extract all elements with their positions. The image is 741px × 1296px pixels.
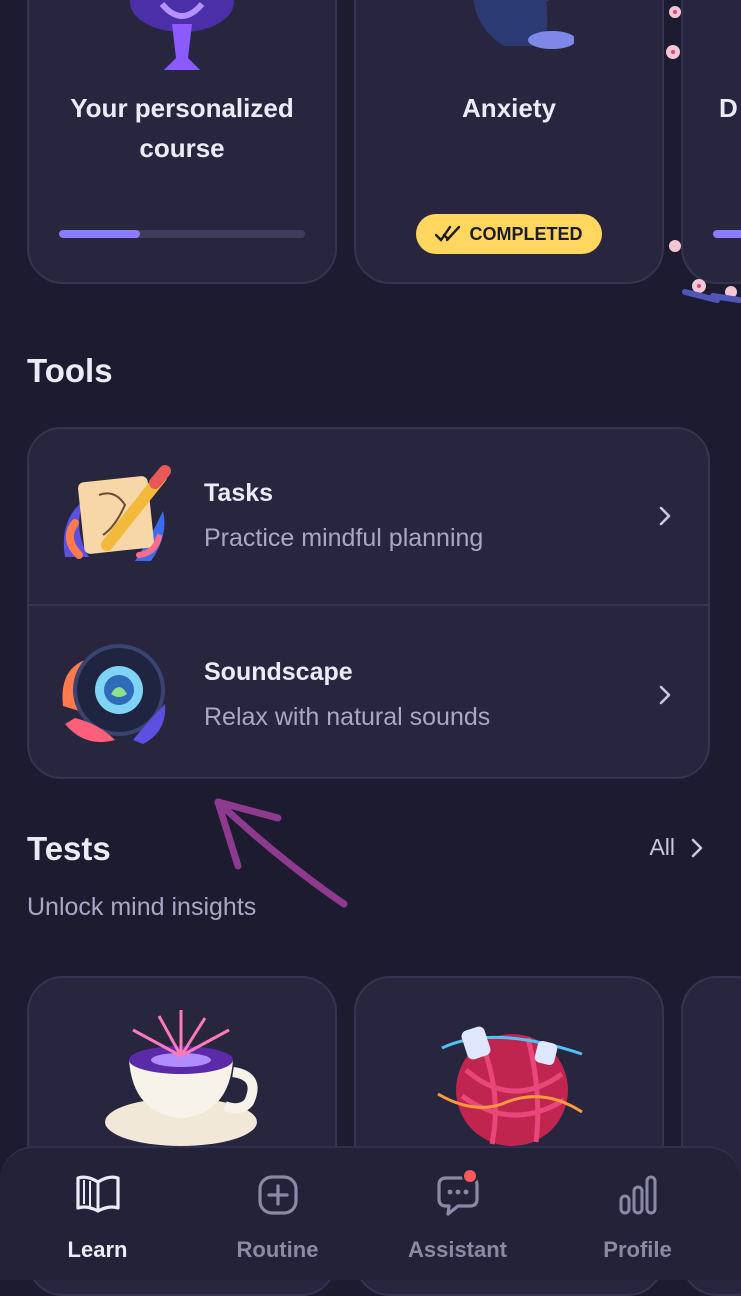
notification-dot xyxy=(462,1168,478,1184)
tests-section-title: Tests xyxy=(27,830,111,867)
chevron-right-icon xyxy=(659,506,671,526)
nav-item-profile[interactable]: Profile xyxy=(545,1148,730,1282)
chevron-right-icon xyxy=(659,685,671,705)
chevron-right-icon xyxy=(691,838,703,857)
nav-item-assistant[interactable]: Assistant xyxy=(365,1148,550,1282)
tree-illustration xyxy=(130,0,234,70)
course-title: Anxiety xyxy=(462,93,556,123)
person-illustration xyxy=(473,0,574,49)
cup-illustration xyxy=(105,1010,258,1146)
course-progress-bar xyxy=(59,230,305,238)
tasks-illustration xyxy=(63,465,171,561)
completed-badge-label: COMPLETED xyxy=(469,223,583,244)
tool-row-tasks[interactable]: Tasks Practice mindful planning xyxy=(29,429,708,604)
course-card-personalized[interactable]: Your personalized course xyxy=(27,0,337,284)
tools-panel: Tasks Practice mindful planning Soundsca… xyxy=(27,427,710,779)
bottom-nav: Learn Routine Assistant Profile xyxy=(0,1146,741,1280)
nav-item-routine[interactable]: Routine xyxy=(185,1148,370,1282)
tool-title: Tasks xyxy=(204,479,274,507)
tests-all-label: All xyxy=(649,834,675,860)
plus-square-icon xyxy=(257,1175,298,1215)
nav-label: Profile xyxy=(603,1237,672,1262)
completed-badge: COMPLETED xyxy=(416,214,602,254)
nav-label: Routine xyxy=(236,1237,319,1262)
tests-subtitle: Unlock mind insights xyxy=(27,893,257,921)
tool-row-soundscape[interactable]: Soundscape Relax with natural sounds xyxy=(29,604,708,777)
nav-item-learn[interactable]: Learn xyxy=(5,1148,190,1282)
tool-title: Soundscape xyxy=(204,658,353,686)
tool-description: Relax with natural sounds xyxy=(204,703,491,731)
course-title: Your personalized course xyxy=(70,93,294,163)
soundscape-illustration xyxy=(62,644,166,744)
nav-label: Assistant xyxy=(407,1237,508,1262)
book-icon xyxy=(75,1175,120,1213)
nav-label: Learn xyxy=(67,1237,128,1262)
tools-section-title: Tools xyxy=(27,352,113,389)
yarn-ball-illustration xyxy=(437,1026,583,1146)
course-card-anxiety[interactable]: Anxiety COMPLETED xyxy=(354,0,664,284)
blossom-decoration xyxy=(666,6,741,303)
double-check-icon xyxy=(435,225,461,242)
tool-description: Practice mindful planning xyxy=(204,524,484,552)
tests-all-link[interactable]: All xyxy=(649,834,703,861)
course-progress-fill xyxy=(59,230,141,238)
bar-chart-icon xyxy=(619,1175,656,1215)
